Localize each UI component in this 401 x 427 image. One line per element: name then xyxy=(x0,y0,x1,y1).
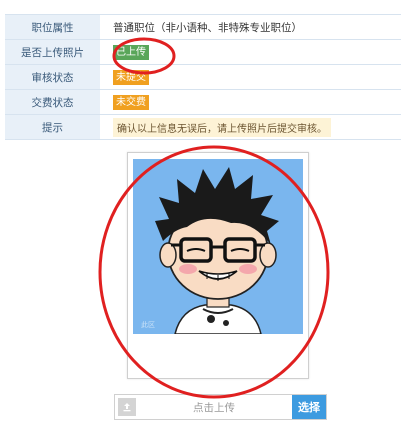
position-type-label: 职位属性 xyxy=(5,15,100,39)
svg-text:此区: 此区 xyxy=(141,320,155,329)
review-status-badge: 未提交 xyxy=(113,69,149,85)
position-type-value: 普通职位（非小语种、非特殊专业职位） xyxy=(100,15,401,39)
upload-icon[interactable] xyxy=(118,398,136,416)
photo-uploaded-value: 已上传 xyxy=(100,40,401,64)
row-review-status: 审核状态 未提交 xyxy=(5,65,401,90)
uploaded-status-badge: 已上传 xyxy=(113,44,149,60)
click-upload-text[interactable]: 点击上传 xyxy=(136,400,292,415)
choose-file-button[interactable]: 选择 xyxy=(292,395,326,419)
tip-notice: 确认以上信息无误后，请上传照片后提交审核。 xyxy=(113,117,331,137)
row-position-type: 职位属性 普通职位（非小语种、非特殊专业职位） xyxy=(5,14,401,40)
row-tip: 提示 确认以上信息无误后，请上传照片后提交审核。 xyxy=(5,115,401,140)
payment-status-label: 交费状态 xyxy=(5,90,100,114)
photo-preview: 此区 xyxy=(127,152,309,379)
tip-value: 确认以上信息无误后，请上传照片后提交审核。 xyxy=(100,115,401,139)
review-status-value: 未提交 xyxy=(100,65,401,89)
avatar-cartoon-photo: 此区 xyxy=(133,159,303,334)
applicant-info-table: 职位属性 普通职位（非小语种、非特殊专业职位） 是否上传照片 已上传 审核状态 … xyxy=(5,14,401,140)
review-status-label: 审核状态 xyxy=(5,65,100,89)
photo-uploaded-label: 是否上传照片 xyxy=(5,40,100,64)
row-payment-status: 交费状态 未交费 xyxy=(5,90,401,115)
position-type-text: 普通职位（非小语种、非特殊专业职位） xyxy=(113,21,302,34)
row-photo-uploaded: 是否上传照片 已上传 xyxy=(5,40,401,65)
payment-status-badge: 未交费 xyxy=(113,94,149,110)
payment-status-value: 未交费 xyxy=(100,90,401,114)
tip-label: 提示 xyxy=(5,115,100,139)
upload-control[interactable]: 点击上传 选择 xyxy=(114,394,327,420)
